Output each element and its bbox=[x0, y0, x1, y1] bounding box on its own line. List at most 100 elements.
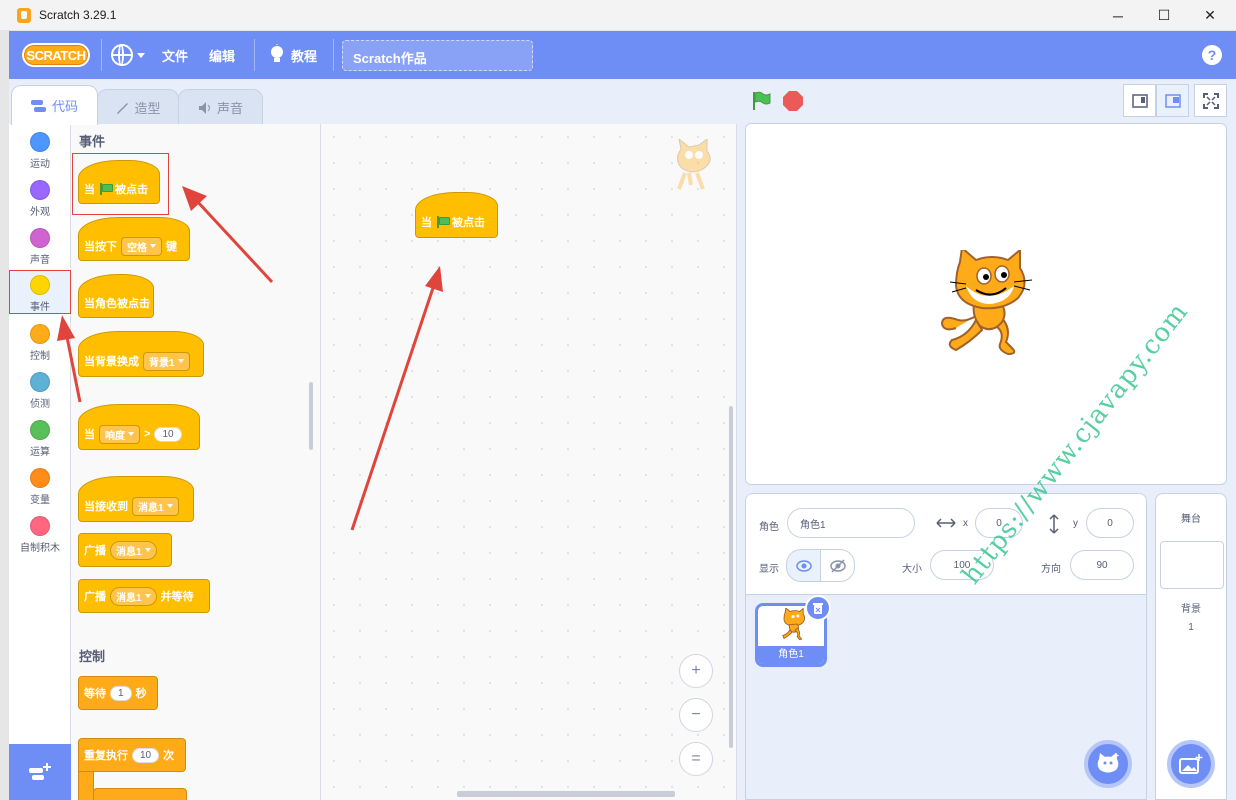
chevron-down-icon bbox=[177, 359, 184, 363]
maximize-button[interactable]: ☐ bbox=[1141, 0, 1187, 31]
block-categories: 运动 外观 声音 事件 控制 侦测 运算 变量 自制积木 bbox=[9, 124, 71, 744]
chevron-down-icon bbox=[150, 244, 156, 248]
category-label: 外观 bbox=[30, 207, 50, 218]
horizontal-arrows-icon bbox=[936, 518, 956, 528]
green-flag-run-button[interactable] bbox=[751, 91, 771, 111]
project-title-input[interactable]: Scratch作品 bbox=[342, 40, 533, 71]
eye-icon bbox=[795, 559, 812, 572]
wait-seconds-input[interactable]: 1 bbox=[110, 685, 132, 701]
add-extension-button[interactable] bbox=[9, 744, 71, 800]
block-text: 广播 bbox=[84, 591, 106, 603]
window-titlebar: Scratch 3.29.1 ─ ☐ ✕ bbox=[0, 0, 1236, 31]
direction-input[interactable]: 90 bbox=[1070, 550, 1134, 580]
vertical-arrows-icon bbox=[1049, 514, 1059, 534]
stage-canvas[interactable] bbox=[745, 123, 1227, 485]
when-sprite-clicked-block[interactable]: 当角色被点击 bbox=[78, 274, 154, 318]
workspace-vertical-scrollbar[interactable] bbox=[729, 406, 733, 748]
backdrop-dropdown[interactable]: 背景1 bbox=[143, 351, 190, 371]
hide-sprite-button[interactable] bbox=[820, 549, 855, 582]
normal-stage-button[interactable] bbox=[1156, 84, 1189, 117]
category-sound[interactable]: 声音 bbox=[9, 224, 71, 268]
minimize-button[interactable]: ─ bbox=[1095, 0, 1141, 31]
loudness-value-input[interactable]: 10 bbox=[154, 426, 182, 442]
stage-pane[interactable]: 舞台 背景 1 bbox=[1155, 493, 1227, 800]
add-backdrop-icon bbox=[1179, 754, 1203, 774]
chevron-down-icon bbox=[128, 432, 134, 436]
window-title: Scratch 3.29.1 bbox=[39, 8, 117, 22]
dropdown-value: 消息1 bbox=[116, 546, 142, 558]
y-input[interactable]: 0 bbox=[1086, 508, 1134, 538]
broadcast-and-wait-block[interactable]: 广播 消息1 并等待 bbox=[78, 579, 210, 613]
category-sensing[interactable]: 侦测 bbox=[9, 368, 71, 412]
dropdown-value: 背景1 bbox=[149, 357, 175, 369]
category-my-blocks[interactable]: 自制积木 bbox=[9, 512, 71, 556]
fullscreen-button[interactable] bbox=[1194, 84, 1227, 117]
repeat-count-input[interactable]: 10 bbox=[132, 747, 160, 763]
code-workspace[interactable]: 当 被点击 + − = bbox=[321, 124, 737, 800]
when-receive-block[interactable]: 当接收到 消息1 bbox=[78, 476, 194, 522]
message-dropdown[interactable]: 消息1 bbox=[110, 586, 157, 606]
repeat-block-bottom bbox=[93, 788, 187, 800]
category-looks[interactable]: 外观 bbox=[9, 176, 71, 220]
block-text: 当背景换成 bbox=[84, 356, 139, 368]
sprite-name-input[interactable]: 角色1 bbox=[787, 508, 915, 538]
show-label: 显示 bbox=[759, 564, 779, 575]
edit-menu[interactable]: 编辑 bbox=[209, 46, 235, 65]
palette-scrollbar[interactable] bbox=[309, 382, 313, 450]
category-label: 声音 bbox=[30, 255, 50, 266]
category-events[interactable]: 事件 bbox=[9, 270, 71, 314]
tab-costumes[interactable]: 造型 bbox=[97, 89, 179, 125]
tab-sounds[interactable]: 声音 bbox=[178, 89, 263, 125]
block-text: 等待 bbox=[84, 688, 106, 700]
scratch-logo[interactable]: SCRATCH bbox=[22, 43, 90, 67]
workspace-horizontal-scrollbar[interactable] bbox=[457, 791, 675, 797]
category-variables[interactable]: 变量 bbox=[9, 464, 71, 508]
highlight-box bbox=[72, 153, 169, 215]
stop-button[interactable] bbox=[783, 91, 803, 111]
zoom-in-button[interactable]: + bbox=[679, 654, 713, 688]
choose-backdrop-button[interactable] bbox=[1167, 740, 1215, 788]
sprite-cat-watermark-icon bbox=[677, 139, 711, 190]
category-motion[interactable]: 运动 bbox=[9, 128, 71, 172]
tutorials-menu[interactable]: 教程 bbox=[291, 46, 317, 65]
choose-sprite-button[interactable] bbox=[1084, 740, 1132, 788]
eye-slash-icon bbox=[829, 558, 846, 573]
wait-block[interactable]: 等待 1 秒 bbox=[78, 676, 158, 710]
block-text: 当按下 bbox=[84, 241, 117, 253]
small-stage-button[interactable] bbox=[1123, 84, 1156, 117]
file-menu[interactable]: 文件 bbox=[162, 46, 188, 65]
menu-bar: SCRATCH 文件 编辑 教程 Scratch作品 ? bbox=[9, 31, 1236, 79]
help-button[interactable]: ? bbox=[1202, 45, 1222, 65]
when-loudness-block[interactable]: 当 响度 > 10 bbox=[78, 404, 200, 450]
category-operators[interactable]: 运算 bbox=[9, 416, 71, 460]
delete-sprite-button[interactable] bbox=[805, 595, 831, 621]
message-dropdown[interactable]: 消息1 bbox=[132, 496, 179, 516]
show-sprite-button[interactable] bbox=[786, 549, 821, 582]
close-window-button[interactable]: ✕ bbox=[1187, 0, 1233, 31]
language-globe-icon[interactable] bbox=[111, 44, 133, 66]
zoom-out-button[interactable]: − bbox=[679, 698, 713, 732]
workspace-when-flag-clicked-block[interactable]: 当 被点击 bbox=[415, 192, 498, 238]
category-control[interactable]: 控制 bbox=[9, 320, 71, 364]
category-label: 控制 bbox=[30, 351, 50, 362]
zoom-out-icon: − bbox=[691, 706, 701, 723]
when-backdrop-switches-block[interactable]: 当背景换成 背景1 bbox=[78, 331, 204, 377]
repeat-block-arm bbox=[78, 771, 94, 800]
key-dropdown[interactable]: 空格 bbox=[121, 236, 162, 256]
zoom-reset-button[interactable]: = bbox=[679, 742, 713, 776]
control-section-title: 控制 bbox=[79, 649, 106, 664]
chevron-down-icon bbox=[137, 53, 145, 58]
scratch-cat-sprite[interactable] bbox=[936, 250, 1036, 360]
category-label: 侦测 bbox=[30, 399, 50, 410]
block-text: 当 bbox=[84, 429, 95, 441]
block-palette: 事件 当被点击 当按下 空格 键 当角色被点击 当背景换成 背景1 当 响度 >… bbox=[71, 124, 321, 800]
broadcast-block[interactable]: 广播 消息1 bbox=[78, 533, 172, 567]
stage-thumbnail[interactable] bbox=[1160, 541, 1224, 589]
repeat-block[interactable]: 重复执行 10 次 bbox=[78, 738, 186, 772]
tab-code[interactable]: 代码 bbox=[11, 85, 98, 125]
when-key-pressed-block[interactable]: 当按下 空格 键 bbox=[78, 217, 190, 261]
paintbrush-icon bbox=[117, 102, 129, 114]
message-dropdown[interactable]: 消息1 bbox=[110, 540, 157, 560]
loudness-dropdown[interactable]: 响度 bbox=[99, 424, 140, 444]
block-text: 广播 bbox=[84, 545, 106, 557]
